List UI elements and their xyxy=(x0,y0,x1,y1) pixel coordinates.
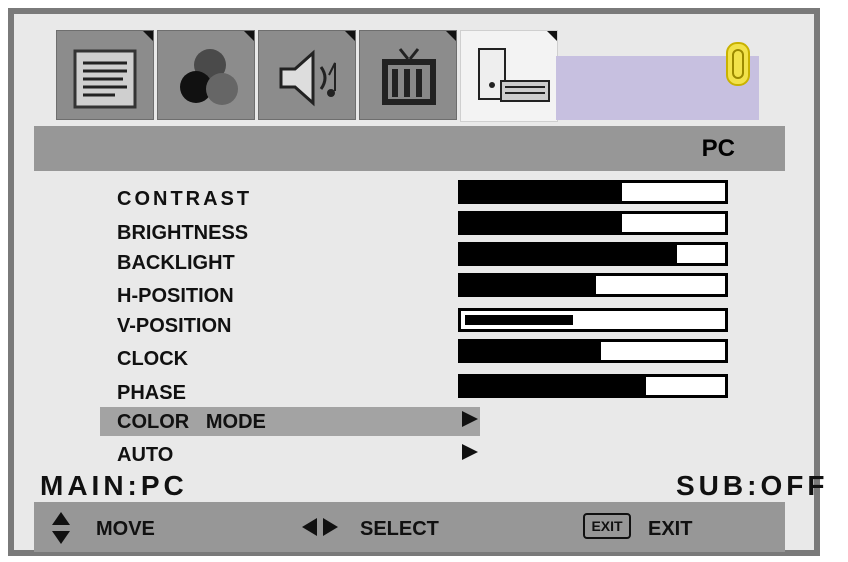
brightness-slider[interactable] xyxy=(458,211,728,235)
tab-sound[interactable] xyxy=(258,30,356,120)
sub-source-label: SUB:OFF xyxy=(676,470,829,501)
menu-item-phase[interactable]: PHASE xyxy=(117,382,186,405)
menu-item-brightness[interactable]: BRIGHTNESS xyxy=(117,222,248,245)
footer-select-label: SELECT xyxy=(360,518,439,540)
menu-item-v-position[interactable]: V-POSITION xyxy=(117,315,231,338)
footer-move-label: MOVE xyxy=(96,518,155,540)
document-icon xyxy=(73,49,137,109)
menu-item-color-mode[interactable]: COLOR MODE xyxy=(117,411,266,434)
exit-key-icon: EXIT xyxy=(583,513,631,539)
menu-item-contrast[interactable]: CONTRAST xyxy=(117,188,252,211)
h-position-slider[interactable] xyxy=(458,273,728,297)
tab-picture[interactable] xyxy=(56,30,154,120)
contrast-slider[interactable] xyxy=(458,180,728,204)
title-bar: PC xyxy=(34,126,785,171)
auto-arrow-icon xyxy=(462,444,478,460)
menu-item-h-position[interactable]: H-POSITION xyxy=(117,285,234,308)
page-title: PC xyxy=(701,135,735,162)
color-balls-icon xyxy=(180,49,238,105)
tab-tv[interactable] xyxy=(359,30,457,120)
speaker-icon xyxy=(279,49,336,107)
up-down-arrow-icon xyxy=(52,512,70,544)
slider-fill xyxy=(461,342,601,360)
phase-slider[interactable] xyxy=(458,374,728,398)
slider-fill xyxy=(465,315,574,325)
menu-item-clock[interactable]: CLOCK xyxy=(117,348,188,371)
computer-icon xyxy=(478,48,550,102)
slider-fill xyxy=(461,245,678,263)
left-right-arrow-icon xyxy=(302,518,338,536)
main-source-label: MAIN:PC xyxy=(40,470,188,501)
tab-pc[interactable] xyxy=(460,30,558,122)
tab-color[interactable] xyxy=(157,30,255,120)
menu-item-backlight[interactable]: BACKLIGHT xyxy=(117,252,235,275)
slider-fill xyxy=(461,214,623,232)
clock-slider[interactable] xyxy=(458,339,728,363)
v-position-slider[interactable] xyxy=(458,308,728,332)
slider-fill xyxy=(461,276,596,294)
clip-icon xyxy=(726,42,750,86)
footer-exit-label: EXIT xyxy=(648,518,693,540)
color-mode-arrow-icon xyxy=(462,411,478,427)
footer-bar: MOVE SELECT EXIT EXIT xyxy=(34,502,785,552)
backlight-slider[interactable] xyxy=(458,242,728,266)
slider-fill xyxy=(461,183,623,201)
menu-item-auto[interactable]: AUTO xyxy=(117,444,173,467)
slider-fill xyxy=(461,377,646,395)
tv-icon xyxy=(382,48,436,105)
